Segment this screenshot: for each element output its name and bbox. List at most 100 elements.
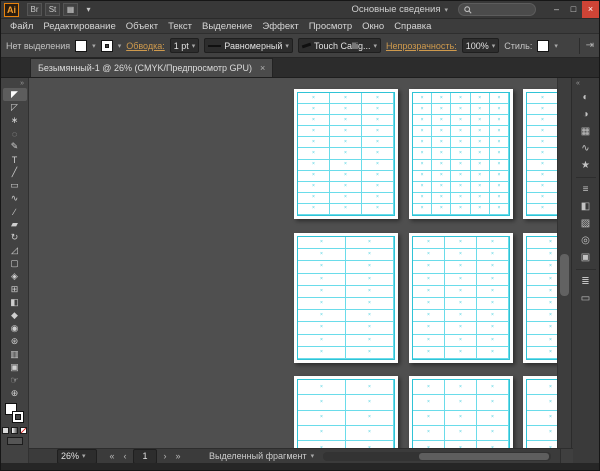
layers-panel-icon[interactable]: ≣ bbox=[575, 274, 597, 289]
menu-item-2[interactable]: Редактирование bbox=[38, 21, 120, 32]
workspace-switcher[interactable]: Основные сведения ▾ bbox=[345, 4, 454, 15]
transparency-panel-icon[interactable]: ▨ bbox=[575, 216, 597, 231]
close-button[interactable]: × bbox=[582, 1, 599, 18]
rotate-tool[interactable]: ↻ bbox=[3, 231, 27, 244]
stroke-swatch-arrow-icon[interactable]: ▾ bbox=[118, 42, 122, 50]
menu-item-8[interactable]: Окно bbox=[357, 21, 389, 32]
artboard-7[interactable]: ×××××××××××××××× bbox=[294, 376, 398, 448]
symbols-panel-icon[interactable]: ★ bbox=[575, 158, 597, 173]
tab-close-icon[interactable]: × bbox=[260, 63, 265, 73]
menu-item-7[interactable]: Просмотр bbox=[304, 21, 357, 32]
artboard-1[interactable]: × × × × × × × × × × × × × × × × × × × × × × × × × × × × × × × × × bbox=[294, 89, 398, 219]
artboard-tool[interactable]: ▣ bbox=[3, 361, 27, 374]
artboard-5[interactable]: × × × × × × × × × × × × × × × × × × × × × × × × × × × × × × bbox=[409, 233, 513, 363]
stroke-color-swatch[interactable] bbox=[11, 411, 24, 423]
pencil-tool[interactable]: ∕ bbox=[3, 205, 27, 218]
opacity-link[interactable]: Непрозрачность: bbox=[386, 41, 457, 51]
shape-builder-tool[interactable]: ◈ bbox=[3, 270, 27, 283]
fill-swatch-arrow-icon[interactable]: ▾ bbox=[92, 42, 96, 50]
pen-tool[interactable]: ✎ bbox=[3, 140, 27, 153]
menu-item-4[interactable]: Текст bbox=[163, 21, 197, 32]
artboard-8[interactable]: ×××××××××××××××××××××××× bbox=[409, 376, 513, 448]
hand-tool[interactable]: ☞ bbox=[3, 374, 27, 387]
gradient-tool[interactable]: ◧ bbox=[3, 296, 27, 309]
fill-stroke-widget[interactable] bbox=[3, 402, 27, 426]
artboard-2[interactable]: × × × × × × × × × × × × × × × × × × × × × × × × × × × × × × × × × × × × × × × ×… bbox=[409, 89, 513, 219]
blend-tool[interactable]: ◉ bbox=[3, 322, 27, 335]
search-input[interactable] bbox=[475, 5, 530, 14]
next-artboard-button[interactable]: › bbox=[160, 451, 170, 461]
swatches-panel-icon[interactable]: ▦ bbox=[575, 124, 597, 139]
fill-swatch[interactable] bbox=[75, 39, 88, 52]
panel-dock-icon[interactable]: ⇥ bbox=[586, 40, 594, 51]
stock-icon[interactable]: St bbox=[45, 3, 60, 16]
status-indicator[interactable]: Выделенный фрагмент ▾ bbox=[209, 451, 314, 461]
line-segment-tool[interactable]: ╱ bbox=[3, 166, 27, 179]
direct-selection-tool[interactable]: ◸ bbox=[3, 101, 27, 114]
status-arrow-icon[interactable]: ▾ bbox=[311, 452, 315, 460]
menu-item-1[interactable]: Файл bbox=[5, 21, 38, 32]
scale-tool[interactable]: ◿ bbox=[3, 244, 27, 257]
magic-wand-tool[interactable]: ∗ bbox=[3, 114, 27, 127]
arrange-documents-icon[interactable]: ▦ bbox=[63, 3, 78, 16]
stroke-swatch[interactable] bbox=[100, 39, 113, 52]
stroke-weight-field[interactable]: 1 pt ▾ bbox=[169, 38, 200, 53]
zoom-tool[interactable]: ⊕ bbox=[3, 387, 27, 400]
color-panel-icon[interactable]: ◐ bbox=[575, 90, 597, 105]
style-swatch[interactable] bbox=[537, 39, 550, 52]
type-tool[interactable]: T bbox=[3, 153, 27, 166]
screen-mode-button[interactable] bbox=[6, 437, 23, 445]
artboard-4[interactable]: × × × × × × × × × × × × × × × × × × × × bbox=[294, 233, 398, 363]
color-mode-button[interactable] bbox=[2, 427, 9, 434]
zoom-arrow-icon[interactable]: ▾ bbox=[82, 452, 86, 460]
artboard-9[interactable]: ×××××××××××××××× bbox=[523, 376, 559, 448]
vertical-scrollbar-thumb[interactable] bbox=[560, 254, 569, 296]
selection-tool[interactable]: ◤ bbox=[2, 88, 27, 101]
free-transform-tool[interactable]: ▢ bbox=[3, 257, 27, 270]
rectangle-tool[interactable]: ▭ bbox=[3, 179, 27, 192]
brush-dropdown[interactable]: Touch Callig... ▾ bbox=[297, 38, 381, 53]
none-mode-button[interactable] bbox=[20, 427, 27, 434]
toolbar-collapse-icon[interactable]: » bbox=[20, 79, 28, 88]
first-artboard-button[interactable]: « bbox=[107, 451, 117, 461]
document-tab[interactable]: Безымянный-1 @ 26% (CMYK/Предпросмотр GP… bbox=[30, 58, 274, 77]
stroke-link[interactable]: Обводка: bbox=[126, 41, 165, 51]
vertical-scrollbar[interactable] bbox=[557, 78, 571, 448]
artboard-3[interactable]: ××××××××××××××××××××××××××××××××× bbox=[523, 89, 559, 219]
gradient-mode-button[interactable] bbox=[11, 427, 18, 434]
menu-item-6[interactable]: Эффект bbox=[257, 21, 303, 32]
bridge-icon[interactable]: Br bbox=[27, 3, 42, 16]
eyedropper-tool[interactable]: ◆ bbox=[3, 309, 27, 322]
graphic-styles-panel-icon[interactable]: ▣ bbox=[575, 250, 597, 265]
maximize-button[interactable]: □ bbox=[565, 1, 582, 18]
color-guide-panel-icon[interactable]: ◑ bbox=[575, 107, 597, 122]
arrange-documents-arrow-icon[interactable]: ▾ bbox=[81, 3, 96, 16]
paintbrush-tool[interactable]: ∿ bbox=[3, 192, 27, 205]
appearance-panel-icon[interactable]: ◎ bbox=[575, 233, 597, 248]
last-artboard-button[interactable]: » bbox=[173, 451, 183, 461]
dock-expand-icon[interactable]: « bbox=[572, 79, 580, 88]
artboard-number-field[interactable]: 1 bbox=[133, 448, 157, 464]
menu-item-5[interactable]: Выделение bbox=[197, 21, 257, 32]
minimize-button[interactable]: – bbox=[548, 1, 565, 18]
canvas[interactable]: × × × × × × × × × × × × × × × × × × × × × × × × × × × × × × × × × × × × × × ×… bbox=[29, 78, 559, 448]
zoom-field[interactable]: 26% ▾ bbox=[57, 448, 97, 464]
eraser-tool[interactable]: ▰ bbox=[3, 218, 27, 231]
brushes-panel-icon[interactable]: ∿ bbox=[575, 141, 597, 156]
lasso-tool[interactable]: ◌ bbox=[3, 127, 27, 140]
search-box[interactable] bbox=[458, 3, 536, 16]
horizontal-scrollbar-thumb[interactable] bbox=[419, 452, 549, 460]
artboards-panel-icon[interactable]: ▭ bbox=[575, 291, 597, 306]
column-graph-tool[interactable]: ▥ bbox=[3, 348, 27, 361]
menu-item-3[interactable]: Объект bbox=[121, 21, 163, 32]
stroke-weight-arrow-icon[interactable]: ▾ bbox=[192, 42, 196, 50]
menu-item-9[interactable]: Справка bbox=[389, 21, 436, 32]
gradient-panel-icon[interactable]: ◧ bbox=[575, 199, 597, 214]
symbol-sprayer-tool[interactable]: ⊛ bbox=[3, 335, 27, 348]
artboard-6[interactable]: ×××××××××××××××××××× bbox=[523, 233, 559, 363]
opacity-field[interactable]: 100% ▾ bbox=[461, 38, 500, 53]
previous-artboard-button[interactable]: ‹ bbox=[120, 451, 130, 461]
style-arrow-icon[interactable]: ▾ bbox=[554, 42, 558, 50]
opacity-arrow-icon[interactable]: ▾ bbox=[492, 42, 496, 50]
stroke-panel-icon[interactable]: ≡ bbox=[575, 182, 597, 197]
